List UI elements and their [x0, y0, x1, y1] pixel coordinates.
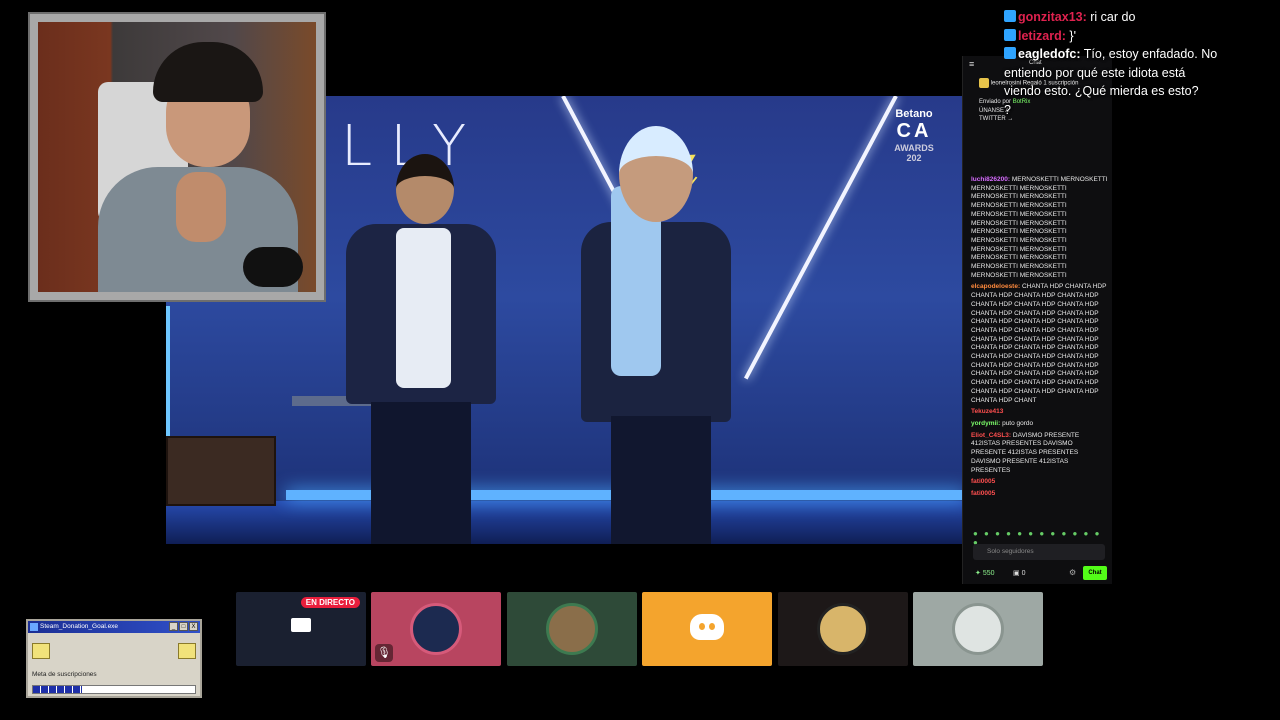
live-badge: EN DIRECTO	[300, 597, 360, 608]
avatar	[546, 603, 598, 655]
overlay-chat-line: gonzitax13: ri car do	[1004, 8, 1280, 27]
overlay-chat-text: ?	[1004, 102, 1011, 117]
tile-discord[interactable]	[642, 592, 772, 666]
goal-label: Meta de suscripciones	[32, 671, 97, 678]
chat-text: puto gordo	[1002, 419, 1034, 427]
overlay-chat-feed: gonzitax13: ri car do letizard: }' eagledo…	[1004, 8, 1280, 119]
chat-messages: luchi826200: MERNOSKETTI MERNOSKETTI MER…	[971, 176, 1109, 502]
donation-goal-window: Steam_Donation_Goal.exe _ □ X Meta de susc…	[26, 619, 202, 698]
badge-icon	[1004, 10, 1016, 22]
menu-icon[interactable]: ≡	[969, 59, 974, 69]
chat-username[interactable]: elcapodeloeste:	[971, 283, 1020, 290]
chat-message: Eliot_C4SL3: DAVISMO PRESENTE 412ISTAS P…	[971, 432, 1109, 476]
chat-footer: ✦ 550 ▣ 0 ⚙ Chat	[973, 566, 1107, 582]
chat-username[interactable]: fati0005	[971, 490, 995, 497]
screen-share-icon	[291, 618, 311, 632]
tile-participant-1[interactable]: 🎙	[371, 592, 501, 666]
chat-message: Tekuze413	[971, 408, 1109, 417]
overlay-chat-line: eagledofc: Tío, estoy enfadado. No	[1004, 45, 1280, 64]
chat-message: fati0005	[971, 490, 1109, 499]
overlay-chat-text: entiendo por qué este idiota está	[1004, 65, 1186, 80]
briefcase	[166, 436, 276, 506]
window-title: Steam_Donation_Goal.exe	[40, 623, 119, 630]
minimize-button[interactable]: _	[169, 622, 178, 631]
goal-progress-bar	[32, 685, 196, 694]
points-counter[interactable]: ✦ 550	[975, 570, 995, 579]
chat-username[interactable]: yordymii:	[971, 420, 1000, 427]
chat-send-button[interactable]: Chat	[1083, 566, 1107, 580]
badge-icon	[1004, 47, 1016, 59]
chat-message: elcapodeloeste: CHANTA HDP CHANTA HDP CH…	[971, 283, 1109, 405]
chat-message: fati0005	[971, 478, 1109, 487]
chat-message: luchi826200: MERNOSKETTI MERNOSKETTI MER…	[971, 176, 1109, 280]
overlay-chat-text: Tío, estoy enfadado. No	[1083, 47, 1218, 61]
headphones	[243, 247, 303, 287]
presenter-left	[326, 154, 526, 544]
gear-icon[interactable]: ⚙	[1069, 568, 1076, 578]
chat-username[interactable]: luchi826200:	[971, 176, 1010, 183]
sponsor-year: 202	[906, 153, 922, 163]
chat-username[interactable]: Tekuze413	[971, 408, 1003, 415]
stage-v-line-right	[744, 96, 898, 380]
avatar	[817, 603, 869, 655]
window-titlebar[interactable]: Steam_Donation_Goal.exe _ □ X	[28, 621, 200, 633]
close-button[interactable]: X	[189, 622, 198, 631]
sponsor-name: Betano	[895, 108, 933, 120]
overlay-chat-user: eagledofc:	[1018, 47, 1081, 61]
stage-floor	[166, 501, 962, 544]
chat-username[interactable]: Eliot_C4SL3:	[971, 432, 1011, 439]
tile-participant-4[interactable]	[913, 592, 1043, 666]
avatar	[952, 603, 1004, 655]
points-value: 550	[982, 570, 995, 577]
overlay-chat-text: ri car do	[1090, 10, 1136, 24]
gift-icon	[979, 78, 989, 88]
drops-value: 0	[1021, 570, 1026, 577]
goal-progress-fill	[33, 686, 82, 693]
chat-input[interactable]: Solo seguidores	[973, 544, 1105, 560]
presenter-right	[581, 126, 741, 544]
overlay-chat-text: }'	[1069, 28, 1076, 43]
folder-icon	[178, 643, 196, 659]
overlay-chat-line: entiendo por qué este idiota está	[1004, 64, 1280, 83]
tile-screen-share[interactable]: EN DIRECTO	[236, 592, 366, 666]
maximize-button[interactable]: □	[179, 622, 188, 631]
webcam-overlay	[28, 12, 326, 302]
sponsor-sub: AWARDS	[894, 143, 934, 153]
overlay-chat-user: letizard:	[1018, 28, 1066, 43]
webcam-feed	[38, 22, 316, 292]
chat-message: yordymii: puto gordo	[971, 420, 1109, 429]
sponsor-award: CA	[896, 120, 932, 142]
chat-username[interactable]: fati0005	[971, 478, 995, 485]
app-icon	[30, 623, 38, 631]
chat-text: CHANTA HDP CHANTA HDP CHANTA HDP CHANTA …	[971, 283, 1107, 404]
avatar	[410, 603, 462, 655]
chat-text: MERNOSKETTI MERNOSKETTI MERNOSKETTI MERN…	[971, 176, 1108, 279]
overlay-chat-user: gonzitax13:	[1018, 10, 1087, 24]
overlay-chat-line: ?	[1004, 101, 1280, 120]
chat-panel: ≡ Chat leonelrosini Regaló 1 suscripción…	[962, 56, 1112, 584]
tile-participant-3[interactable]	[778, 592, 908, 666]
discord-icon	[690, 614, 724, 640]
tile-participant-2[interactable]	[507, 592, 637, 666]
sponsor-logo: Betano CA AWARDS 202	[884, 108, 944, 163]
overlay-chat-line: letizard: }'	[1004, 27, 1280, 46]
drops-counter[interactable]: ▣ 0	[1013, 570, 1025, 579]
stage-light	[166, 306, 170, 436]
overlay-chat-text: viendo esto. ¿Qué mierda es esto?	[1004, 84, 1199, 98]
chat-header: ≡ Chat	[969, 59, 1042, 69]
badge-icon	[1004, 28, 1016, 41]
overlay-chat-line: viendo esto. ¿Qué mierda es esto?	[1004, 82, 1280, 101]
folder-icon	[32, 643, 50, 659]
mic-muted-icon: 🎙	[375, 644, 393, 662]
